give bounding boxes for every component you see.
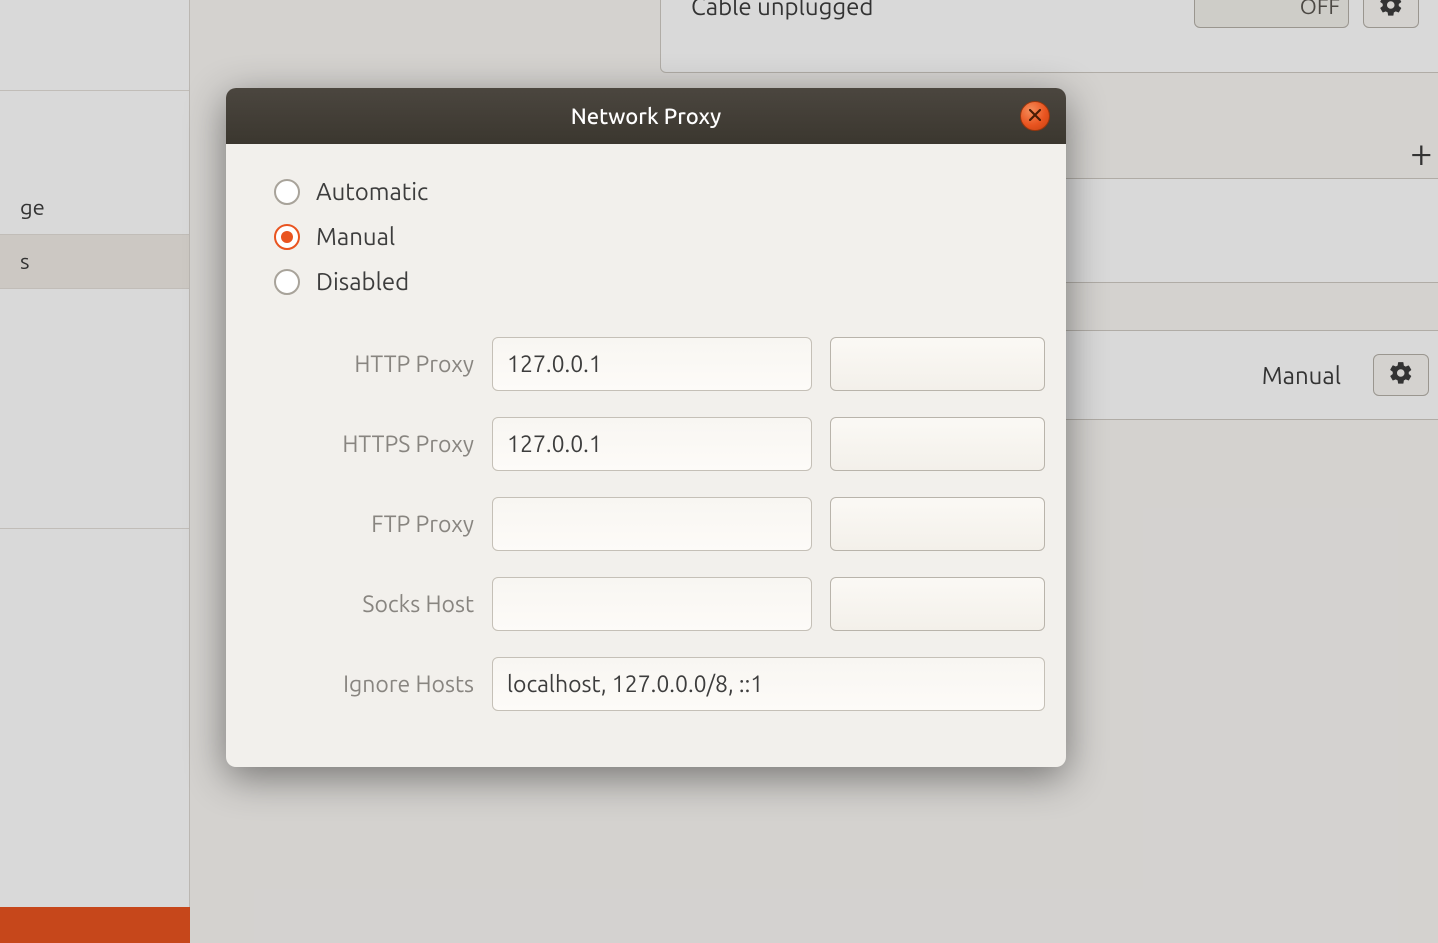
wired-connection-panel: Cable unplugged OFF: [660, 0, 1438, 73]
radio-disabled[interactable]: Disabled: [274, 268, 1018, 295]
ftp-proxy-port-spinner: − +: [830, 497, 1045, 551]
ftp-proxy-host-input[interactable]: [492, 497, 812, 551]
radio-automatic[interactable]: Automatic: [274, 178, 1018, 205]
radio-icon: [274, 224, 300, 250]
sidebar-item[interactable]: ge: [0, 181, 189, 235]
network-proxy-dialog: Network Proxy Automatic Manual Disabled …: [226, 88, 1066, 767]
https-proxy-port-input[interactable]: [831, 418, 1045, 470]
https-proxy-port-spinner: − +: [830, 417, 1045, 471]
http-proxy-port-input[interactable]: [831, 338, 1045, 390]
http-proxy-port-spinner: − +: [830, 337, 1045, 391]
ftp-proxy-port-input[interactable]: [831, 498, 1045, 550]
gear-icon: [1378, 0, 1404, 22]
proxy-mode-radio-group: Automatic Manual Disabled: [274, 178, 1018, 295]
sidebar-item[interactable]: [0, 62, 189, 91]
ftp-proxy-label: FTP Proxy: [274, 512, 474, 537]
radio-label: Automatic: [316, 178, 428, 205]
https-proxy-label: HTTPS Proxy: [274, 432, 474, 457]
proxy-form: HTTP Proxy − + HTTPS Proxy − + FTP Proxy…: [274, 337, 1018, 711]
sidebar-accent-bar: [0, 907, 196, 943]
wired-settings-button[interactable]: [1363, 0, 1419, 28]
ignore-hosts-label: Ignore Hosts: [274, 672, 474, 697]
dialog-title: Network Proxy: [571, 104, 722, 129]
proxy-settings-button[interactable]: [1373, 354, 1429, 396]
settings-sidebar: ge s: [0, 0, 190, 943]
http-proxy-label: HTTP Proxy: [274, 352, 474, 377]
socks-host-label: Socks Host: [274, 592, 474, 617]
sidebar-item[interactable]: [0, 289, 189, 529]
radio-label: Disabled: [316, 268, 409, 295]
wired-status-label: Cable unplugged: [691, 0, 873, 20]
http-proxy-host-input[interactable]: [492, 337, 812, 391]
dialog-body: Automatic Manual Disabled HTTP Proxy − +…: [226, 144, 1066, 767]
add-connection-button[interactable]: +: [1410, 130, 1433, 175]
socks-port-input[interactable]: [831, 578, 1045, 630]
close-icon: [1029, 107, 1041, 125]
gear-icon: [1388, 360, 1414, 391]
sidebar-item-selected[interactable]: s: [0, 235, 189, 289]
toggle-off-label: OFF: [1300, 0, 1340, 19]
radio-icon: [274, 269, 300, 295]
dialog-titlebar: Network Proxy: [226, 88, 1066, 144]
ignore-hosts-input[interactable]: [492, 657, 1045, 711]
socks-host-input[interactable]: [492, 577, 812, 631]
proxy-status-label: Manual: [1262, 362, 1341, 389]
radio-label: Manual: [316, 223, 395, 250]
close-button[interactable]: [1020, 101, 1050, 131]
socks-port-spinner: − +: [830, 577, 1045, 631]
radio-manual[interactable]: Manual: [274, 223, 1018, 250]
wired-toggle[interactable]: OFF: [1194, 0, 1349, 28]
https-proxy-host-input[interactable]: [492, 417, 812, 471]
radio-icon: [274, 179, 300, 205]
